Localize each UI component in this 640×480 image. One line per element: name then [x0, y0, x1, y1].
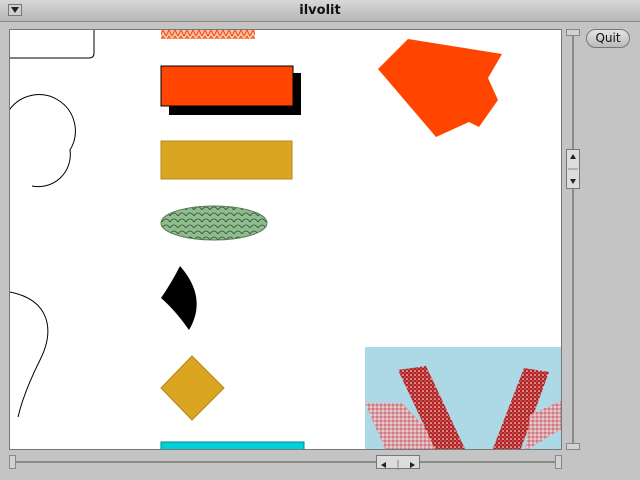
- gold-diamond: [160, 355, 225, 421]
- vertical-scrollbar[interactable]: [566, 29, 580, 450]
- vertical-scroll-top-end[interactable]: [566, 29, 580, 36]
- orange-rectangle-with-shadow: [160, 65, 301, 115]
- gold-rectangle: [160, 140, 293, 180]
- vertical-scroll-thumb[interactable]: [566, 149, 580, 189]
- horizontal-scroll-track[interactable]: [9, 461, 562, 463]
- black-lens: [161, 266, 197, 330]
- vertical-scroll-bottom-end[interactable]: [566, 443, 580, 450]
- stroked-curves: [10, 30, 95, 418]
- vertical-scroll-track[interactable]: [572, 29, 574, 450]
- fishscale-ellipse: [160, 205, 268, 241]
- quit-button[interactable]: Quit: [586, 29, 630, 48]
- orange-house-polygon: [378, 39, 502, 137]
- horizontal-scroll-right-end[interactable]: [555, 455, 562, 469]
- horizontal-scroll-thumb[interactable]: [376, 455, 420, 470]
- horizontal-scrollbar[interactable]: [9, 455, 562, 470]
- window-title: ilvolit: [299, 3, 341, 18]
- cyan-bar: [160, 441, 305, 449]
- pattern-strip: [161, 30, 255, 39]
- textured-bitmap-panel: [365, 347, 561, 449]
- drawing-canvas[interactable]: [9, 29, 562, 450]
- title-bar: ilvolit: [0, 0, 640, 22]
- horizontal-scroll-left-end[interactable]: [9, 455, 16, 469]
